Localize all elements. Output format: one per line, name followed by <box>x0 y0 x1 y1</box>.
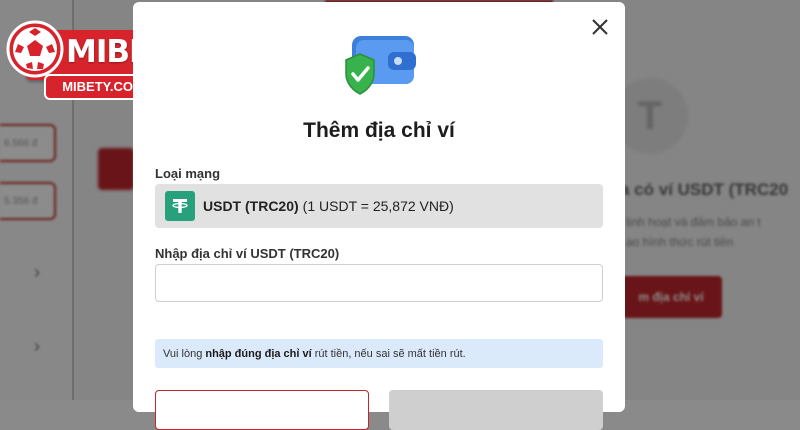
wallet-shield-icon <box>345 36 416 95</box>
add-wallet-dialog: Thêm địa chỉ ví Loại mạng USDT (TRC20) (… <box>133 2 625 430</box>
network-name: USDT (TRC20) <box>203 198 299 214</box>
notice-emphasis: nhập đúng địa chỉ ví <box>205 347 312 360</box>
cancel-button[interactable] <box>155 390 369 430</box>
wallet-address-input[interactable] <box>155 264 603 302</box>
dialog-title: Thêm địa chỉ ví <box>303 119 455 142</box>
network-select[interactable]: USDT (TRC20) (1 USDT = 25,872 VNĐ) <box>155 184 603 228</box>
confirm-button[interactable] <box>389 390 603 430</box>
network-label: Loại mạng <box>155 166 221 181</box>
soccer-ball-icon <box>6 20 64 78</box>
exchange-rate: (1 USDT = 25,872 VNĐ) <box>302 198 454 214</box>
tether-icon <box>165 191 195 221</box>
notice-suffix: rút tiền, nếu sai sẽ mất tiền rút. <box>314 347 466 360</box>
notice-prefix: Vui lòng <box>163 347 203 360</box>
close-icon[interactable] <box>589 16 611 38</box>
notice-banner: Vui lòng nhập đúng địa chỉ ví rút tiền, … <box>155 339 603 368</box>
address-label: Nhập địa chỉ ví USDT (TRC20) <box>155 246 340 261</box>
